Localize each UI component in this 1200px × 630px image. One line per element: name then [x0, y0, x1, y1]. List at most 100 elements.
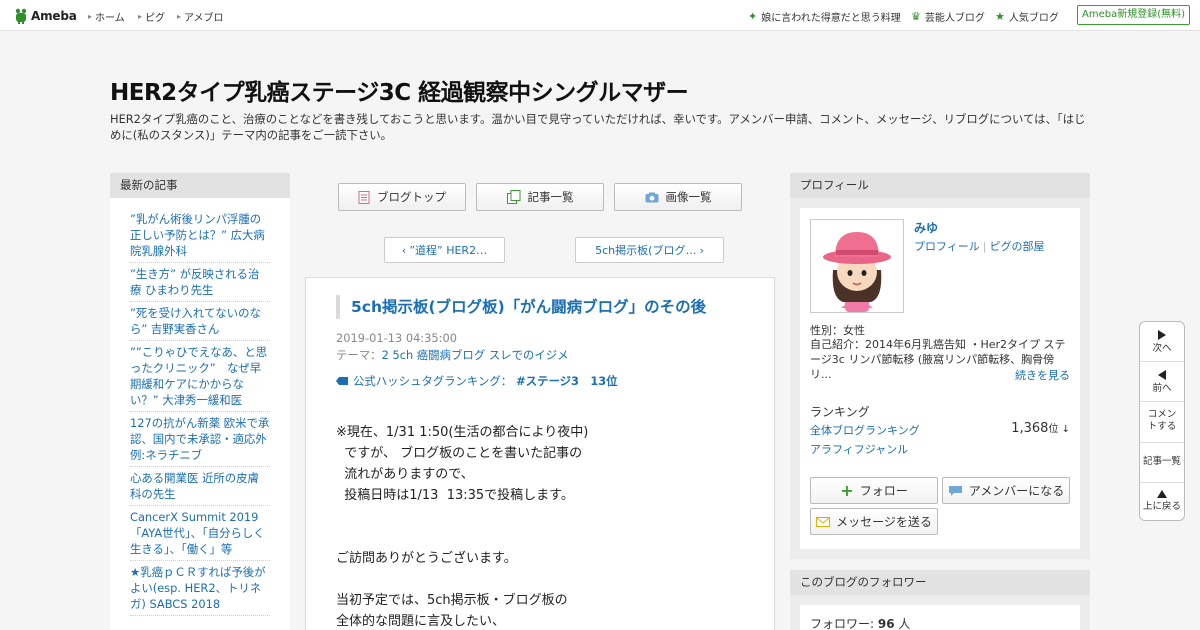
popular-blog-label: 人気ブログ [1008, 13, 1059, 24]
pigg-room-link[interactable]: ピグの部屋 [990, 240, 1045, 253]
read-more-link[interactable]: 続きを見る [1015, 367, 1070, 383]
recent-article-link[interactable]: ★乳癌ｐＣＲすれば予後がよい(esp. HER2、トリネガ) SABCS 201… [130, 561, 270, 616]
recent-article-link[interactable]: CancerX Summit 2019 「AYA世代」、「自分らしく生きる」、「… [130, 506, 270, 561]
trend-link-label: 娘に言われた得意だと思う料理 [761, 13, 901, 24]
article-line: ※現在、1/31 1:50(生活の都合により夜中) [336, 425, 589, 440]
followers-count[interactable]: 96 [878, 617, 895, 630]
article-date: 2019-01-13 04:35:00 [336, 331, 457, 345]
tag-icon [336, 377, 348, 385]
ranking-heading: ランキング [810, 405, 870, 419]
sparkle-icon: ✦ [748, 10, 758, 23]
profile-name[interactable]: みゆ [914, 219, 938, 236]
profile-links: プロフィール | ピグの部屋 [914, 238, 1045, 254]
follow-button[interactable]: + フォロー [810, 477, 938, 504]
ameba-logo[interactable]: Ameba [14, 7, 77, 25]
ranking-number: 1,368 [1011, 421, 1049, 436]
side-back-to-top-label: 上に戻る [1142, 501, 1181, 512]
trend-link[interactable]: ✦ 娘に言われた得意だと思う料理 [748, 9, 901, 24]
recent-articles-heading: 最新の記事 [110, 173, 290, 198]
recent-article-link[interactable]: 127の抗がん新薬 欧米で承認、国内で未承認・適応外 例:ネラチニブ [130, 412, 270, 467]
separator: | [982, 240, 987, 253]
avatar[interactable] [810, 219, 904, 313]
blog-description: HER2タイプ乳癌のこと、治療のことなどを書き残しておこうと思います。温かい目で… [110, 112, 1086, 142]
recent-articles-box: 最新の記事 ”乳がん術後リンパ浮腫の正しい予防とは？” 広大病院乳腺外科 ”生き… [110, 173, 290, 630]
article-line: 流れがありますので、 [336, 467, 474, 482]
nav-home[interactable]: ▸ ホーム [88, 9, 125, 24]
article-line: ​ [336, 569, 756, 590]
recent-article-link[interactable]: ”乳がん術後リンパ浮腫の正しい予防とは？” 広大病院乳腺外科 [130, 208, 270, 263]
recent-article-link[interactable]: ”死を受け入れてないのなら” 吉野実香さん [130, 302, 270, 341]
divider [1140, 442, 1184, 443]
send-message-button[interactable]: メッセージを送る [810, 508, 938, 535]
amember-button[interactable]: アメンバーになる [942, 477, 1070, 504]
document-icon [358, 190, 370, 204]
copy-icon [506, 190, 520, 204]
ranking-unit: 位 ↓ [1048, 424, 1070, 435]
article-line: ​ [336, 506, 756, 527]
hashtag-ranking[interactable]: 公式ハッシュタグランキング： #ステージ3 13位 [336, 373, 618, 389]
nav-home-label: ホーム [95, 13, 125, 24]
article-line: ですが、 ブログ板のことを書いた記事の [336, 446, 583, 461]
nav-pigg[interactable]: ▸ ピグ [138, 9, 165, 24]
ranking-value: 1,368位 ↓ [1011, 420, 1070, 436]
article-line: 当初予定では、5ch掲示板・ブログ板の [336, 593, 568, 608]
side-next-label: 次へ [1152, 343, 1172, 354]
logo-text: Ameba [31, 9, 77, 23]
profile-heading: プロフィール [790, 173, 1090, 198]
recent-article-link[interactable]: ””こりゃひでえなあ、と思ったクリニック” なぜ早期緩和ケアにかからない？” 大… [130, 341, 270, 412]
celebrity-blog-link[interactable]: ♛ 芸能人ブログ [911, 9, 985, 24]
nav-ameblo[interactable]: ▸ アメブロ [177, 9, 224, 24]
side-next-button[interactable]: 次へ [1140, 330, 1184, 355]
crown-icon: ♛ [911, 10, 921, 23]
nav-pigg-label: ピグ [145, 13, 166, 24]
chat-bubble-icon [948, 485, 962, 496]
prev-article-link[interactable]: ‹ ”道程” HER2… [384, 237, 505, 263]
ranking-all-link[interactable]: 全体ブログランキング [810, 422, 920, 438]
signup-button[interactable]: Ameba新規登録(無料) [1077, 5, 1190, 25]
blog-top-button[interactable]: ブログトップ [338, 183, 466, 211]
camera-icon [645, 192, 658, 202]
blog-title[interactable]: HER2タイプ乳癌ステージ3C 経過観察中シングルマザー [110, 73, 689, 107]
follow-label: フォロー [859, 484, 908, 498]
chevron-right-icon: ▸ [88, 12, 93, 21]
divider [1140, 361, 1184, 362]
side-article-list-button[interactable]: 記事一覧 [1140, 456, 1184, 468]
article-line: 投稿日時は1/13 13:35で投稿します。 [336, 488, 574, 503]
side-prev-button[interactable]: 前へ [1140, 370, 1184, 395]
play-right-icon [1158, 330, 1166, 340]
article-list-label: 記事一覧 [527, 190, 574, 204]
divider [1140, 482, 1184, 483]
article-line: 全体的な問題に言及したい、 [336, 614, 506, 629]
global-header: Ameba ▸ ホーム ▸ ピグ ▸ アメブロ ✦ 娘に言われた得意だと思う料理 ♛ 芸能… [0, 0, 1200, 31]
hashtag-prefix: 公式ハッシュタグランキング： [353, 374, 513, 388]
ameba-logo-icon [15, 8, 27, 24]
recent-article-link[interactable]: 心ある開業医 近所の皮膚科の先生 [130, 467, 270, 506]
next-article-label: 5ch掲示板(ブログ… [595, 244, 697, 257]
ranking-genre-link[interactable]: アラフィフジャンル [810, 441, 908, 457]
side-back-to-top-button[interactable]: 上に戻る [1140, 490, 1184, 513]
followers-unit: 人 [898, 617, 911, 630]
celebrity-blog-label: 芸能人ブログ [924, 13, 985, 24]
floating-side-nav: 次へ 前へ コメントする 記事一覧 上に戻る [1139, 321, 1185, 521]
hashtag-value: #ステージ3 13位 [516, 374, 618, 388]
side-comment-button[interactable]: コメントする [1140, 409, 1184, 433]
recent-article-link[interactable]: ”生き方” が反映される治療 ひまわり先生 [130, 263, 270, 302]
article-theme-link[interactable]: 2 5ch 癌闘病ブログ スレでのイジメ [382, 348, 569, 362]
image-list-button[interactable]: 画像一覧 [614, 183, 742, 211]
popular-blog-link[interactable]: ★ 人気ブログ [995, 9, 1059, 24]
article-list-button[interactable]: 記事一覧 [476, 183, 604, 211]
followers-label: フォロワー: [810, 617, 875, 630]
article-theme: テーマ：2 5ch 癌闘病ブログ スレでのイジメ [336, 347, 569, 363]
send-message-label: メッセージを送る [836, 515, 932, 529]
followers-heading: このブログのフォロワー [790, 570, 1090, 595]
followers-content: フォロワー: 96 人 [800, 605, 1080, 630]
profile-content: みゆ プロフィール | ピグの部屋 性別：女性 自己紹介：2014年6月乳癌告知 ・… [800, 208, 1080, 549]
article-theme-prefix: テーマ： [336, 348, 382, 362]
star-icon: ★ [995, 10, 1005, 23]
profile-box: プロフィール みゆ プロフィール | ピグの部屋 性別：女性 自己紹介：2014… [790, 173, 1090, 559]
chevron-right-icon: ▸ [138, 12, 143, 21]
article: 5ch掲示板(ブログ板)「がん闘病ブログ」のその後 2019-01-13 04:… [305, 277, 775, 630]
next-article-link[interactable]: 5ch掲示板(ブログ… › [575, 237, 724, 263]
article-title[interactable]: 5ch掲示板(ブログ板)「がん闘病ブログ」のその後 [336, 295, 756, 319]
profile-link[interactable]: プロフィール [914, 240, 980, 253]
